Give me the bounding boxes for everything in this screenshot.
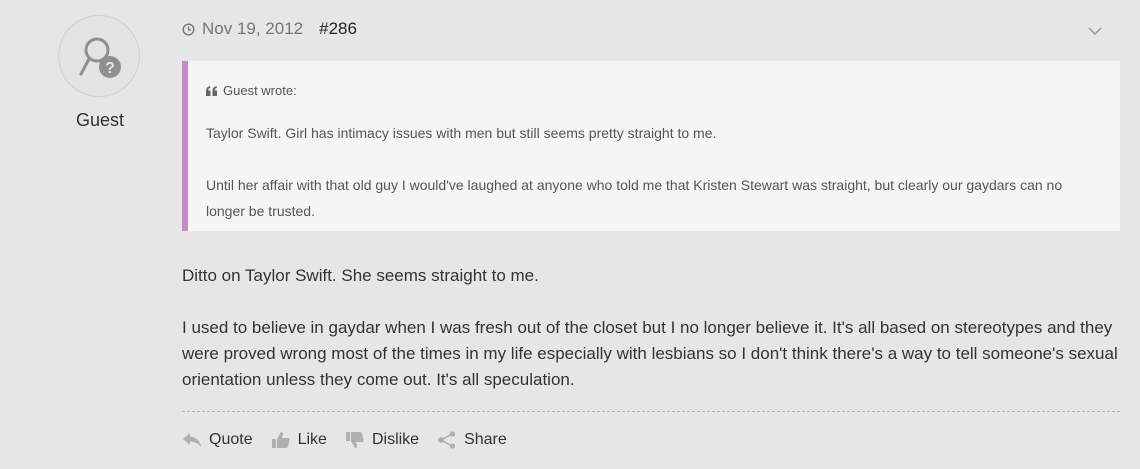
quote-attribution[interactable]: Guest wrote: — [223, 83, 297, 98]
post-date[interactable]: Nov 19, 2012 — [202, 19, 303, 39]
author-name[interactable]: Guest — [0, 110, 200, 131]
share-label: Share — [464, 431, 507, 448]
dislike-label: Dislike — [371, 431, 420, 448]
svg-text:?: ? — [105, 60, 115, 77]
post-actions: Quote Like Dislike Share — [182, 428, 525, 452]
like-label: Like — [297, 431, 327, 448]
post-body: Ditto on Taylor Swift. She seems straigh… — [182, 263, 1122, 393]
reply-arrow-icon — [183, 433, 201, 447]
share-button[interactable]: Share — [437, 431, 507, 449]
quote-button[interactable]: Quote — [182, 431, 253, 449]
post-paragraph: I used to believe in gaydar when I was f… — [182, 318, 1118, 389]
thumbs-up-icon — [271, 432, 290, 448]
quote-block: Guest wrote: Taylor Swift. Girl has inti… — [182, 61, 1120, 231]
divider — [182, 411, 1120, 412]
quote-paragraph: Taylor Swift. Girl has intimacy issues w… — [206, 125, 717, 141]
quote-paragraph: Until her affair with that old guy I wou… — [206, 177, 1063, 219]
share-icon — [438, 431, 456, 449]
thumbs-down-icon — [345, 432, 364, 448]
dislike-button[interactable]: Dislike — [345, 431, 419, 449]
post-number[interactable]: #286 — [319, 19, 357, 39]
quote-mark-icon — [206, 85, 217, 96]
quote-header: Guest wrote: — [206, 83, 1102, 98]
post-paragraph: Ditto on Taylor Swift. She seems straigh… — [182, 266, 539, 285]
avatar[interactable]: ? — [58, 15, 140, 97]
post-meta: Nov 19, 2012 #286 — [182, 18, 357, 40]
quote-label: Quote — [209, 431, 253, 448]
like-button[interactable]: Like — [271, 431, 327, 449]
guest-avatar-icon: ? — [79, 37, 121, 78]
chevron-down-icon[interactable] — [1087, 25, 1103, 37]
clock-icon — [182, 22, 195, 36]
